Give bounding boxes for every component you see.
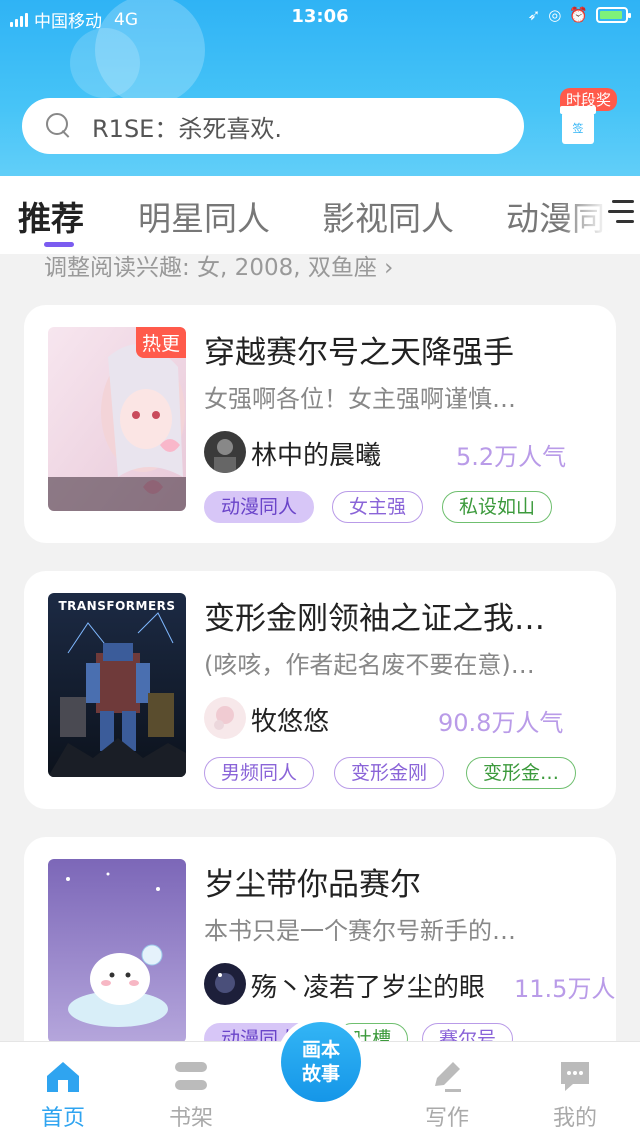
- picture-story-button[interactable]: 画本 故事: [276, 1017, 366, 1107]
- nav-label: 首页: [40, 1106, 85, 1131]
- book-card[interactable]: TRANSFORMERS 变形金刚领袖之证之我… (咳咳，作者起名废不要在意)……: [24, 571, 616, 809]
- menu-icon[interactable]: [606, 196, 634, 230]
- author-avatar: [204, 963, 246, 1005]
- home-icon: [43, 1056, 83, 1096]
- tag[interactable]: 变形金…: [466, 757, 577, 789]
- popularity: 90.8万人气: [438, 709, 564, 737]
- book-description: (咳咳，作者起名废不要在意)…: [204, 651, 535, 679]
- nav-home[interactable]: 首页: [18, 1050, 108, 1132]
- pen-icon: [427, 1056, 467, 1096]
- header: 中国移动 4G 13:06 ➶ ◎ ⏰ R1SE：杀死喜欢. 时段奖 签: [0, 0, 640, 180]
- book-card[interactable]: 热更 穿越赛尔号之天降强手 女强啊各位！女主强啊谨慎… 林中的晨曦 5.2万人气…: [24, 305, 616, 543]
- search-hint: R1SE：杀死喜欢.: [92, 114, 282, 143]
- search-icon: [46, 113, 72, 139]
- decorative-bubble: [70, 28, 140, 98]
- popularity: 11.5万人气: [514, 975, 616, 1003]
- picture-story-label: 画本 故事: [281, 1022, 361, 1102]
- book-title: 穿越赛尔号之天降强手: [204, 335, 514, 371]
- hot-update-badge: 热更: [135, 327, 186, 358]
- book-cover: [48, 859, 186, 1043]
- nav-label: 写作: [424, 1106, 469, 1131]
- author-name: 牧悠悠: [251, 707, 330, 737]
- chat-bubble-icon: [555, 1056, 595, 1096]
- nav-label: 我的: [552, 1106, 597, 1131]
- popularity: 5.2万人气: [456, 443, 567, 471]
- book-description: 本书只是一个赛尔号新手的…: [204, 917, 516, 945]
- book-title: 变形金刚领袖之证之我…: [204, 601, 545, 637]
- battery-icon: [596, 7, 631, 23]
- cover-title: TRANSFORMERS: [58, 599, 176, 613]
- gift-box-label: 签: [572, 122, 584, 135]
- active-tab-indicator: [44, 242, 74, 247]
- tag[interactable]: 变形金刚: [334, 757, 445, 789]
- status-bar: 中国移动 4G 13:06 ➶ ◎ ⏰: [0, 0, 640, 34]
- alarm-icon: ⏰: [569, 6, 588, 24]
- tab-film-fanfic[interactable]: 影视同人: [322, 192, 454, 240]
- location-icon: ➶: [527, 6, 541, 24]
- checkin-gift-button[interactable]: 时段奖 签: [558, 88, 628, 150]
- tab-star-fanfic[interactable]: 明星同人: [138, 192, 270, 240]
- nav-write[interactable]: 写作: [402, 1050, 492, 1132]
- nav-profile[interactable]: 我的: [530, 1050, 620, 1132]
- center-line1: 画本: [301, 1039, 340, 1061]
- book-cover: 热更: [48, 327, 186, 511]
- bookshelf-icon: [171, 1056, 211, 1096]
- book-description: 女强啊各位！女主强啊谨慎…: [204, 385, 516, 413]
- author-name: 殇丶凌若了岁尘的眼: [251, 973, 486, 1003]
- author-avatar: [204, 431, 246, 473]
- interest-settings-link[interactable]: 调整阅读兴趣: 女, 2008, 双鱼座 ›: [44, 248, 393, 282]
- search-bar[interactable]: R1SE：杀死喜欢.: [22, 98, 524, 154]
- nav-label: 书架: [168, 1106, 213, 1131]
- tag[interactable]: 女主强: [332, 491, 424, 523]
- book-cover: TRANSFORMERS: [48, 593, 186, 777]
- rotation-lock-icon: ◎: [548, 6, 562, 24]
- center-line2: 故事: [301, 1063, 340, 1085]
- tag[interactable]: 动漫同人: [204, 491, 315, 523]
- gift-icon: 签: [560, 106, 596, 144]
- author-name: 林中的晨曦: [251, 441, 382, 471]
- author-avatar: [204, 697, 246, 739]
- tag[interactable]: 私设如山: [442, 491, 553, 523]
- nav-bookshelf[interactable]: 书架: [146, 1050, 236, 1132]
- category-tabs: 推荐 明星同人 影视同人 动漫同人: [0, 176, 640, 254]
- book-title: 岁尘带你品赛尔: [204, 867, 421, 903]
- tag[interactable]: 男频同人: [204, 757, 315, 789]
- tab-recommend[interactable]: 推荐: [18, 192, 84, 240]
